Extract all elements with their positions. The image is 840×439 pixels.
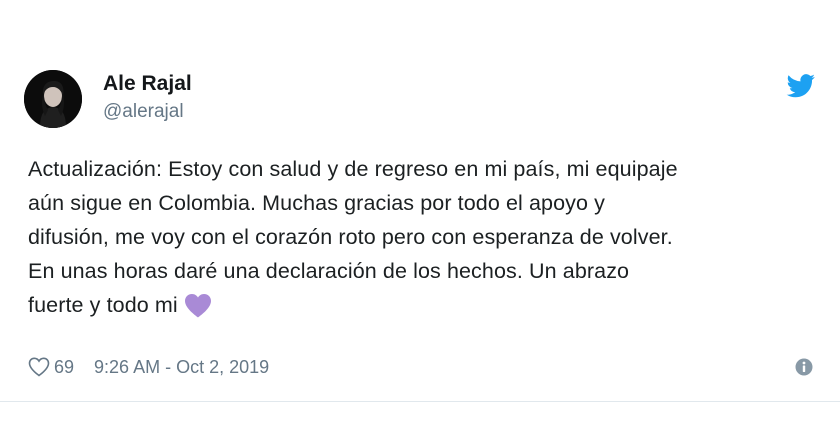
info-icon[interactable]	[795, 358, 813, 376]
avatar[interactable]	[24, 70, 82, 128]
tweet-text: Actualización: Estoy con salud y de regr…	[28, 152, 828, 322]
tweet-text-line: fuerte y todo mi	[28, 293, 178, 317]
tweet-text-last-line: fuerte y todo mi	[28, 288, 828, 322]
tweet-meta: 69 9:26 AM - Oct 2, 2019	[28, 354, 269, 380]
purple-heart-emoji-icon	[184, 294, 211, 318]
divider	[0, 401, 840, 402]
author-name[interactable]: Ale Rajal	[103, 72, 192, 96]
tweet-card: Ale Rajal @alerajal Actualización: Estoy…	[0, 0, 840, 439]
tweet-timestamp[interactable]: 9:26 AM - Oct 2, 2019	[94, 357, 269, 378]
tweet-text-line: aún sigue en Colombia. Muchas gracias po…	[28, 191, 605, 215]
twitter-bird-icon[interactable]	[786, 74, 816, 98]
author-handle[interactable]: @alerajal	[103, 101, 184, 123]
tweet-text-line: Actualización: Estoy con salud y de regr…	[28, 157, 678, 181]
heart-outline-icon[interactable]	[28, 357, 50, 377]
tweet-text-line: difusión, me voy con el corazón roto per…	[28, 225, 673, 249]
avatar-photo	[24, 70, 82, 128]
tweet-text-line: En unas horas daré una declaración de lo…	[28, 259, 630, 283]
like-count[interactable]: 69	[54, 357, 74, 378]
